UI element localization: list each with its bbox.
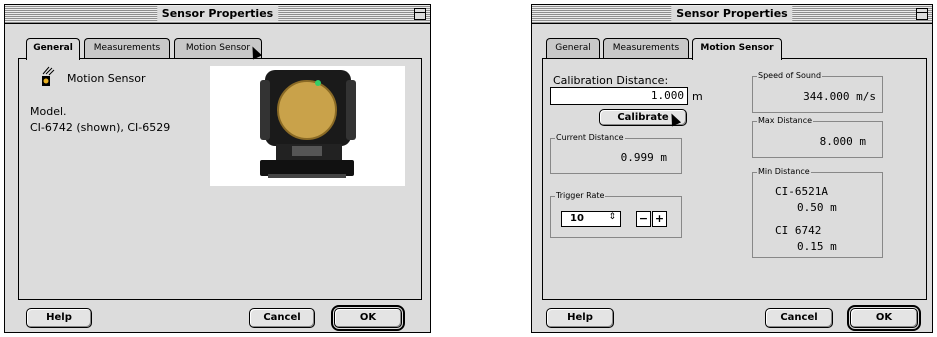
calibration-distance-input[interactable]: 1.000 — [550, 87, 688, 105]
max-distance-value: 8.000 m — [819, 135, 866, 148]
speed-of-sound-group: Speed of Sound 344.000 m/s — [752, 71, 883, 113]
tab-general[interactable]: General — [26, 38, 80, 60]
motion-sensor-photo — [210, 66, 405, 186]
trigger-rate-decrement-button[interactable]: − — [636, 211, 651, 227]
trigger-rate-value: 10 — [570, 213, 584, 224]
max-distance-group: Max Distance 8.000 m — [752, 116, 883, 158]
general-panel: Motion Sensor Model. CI-6742 (shown), CI… — [18, 58, 422, 300]
sensor-properties-window-general: Sensor Properties General Measurements M… — [4, 4, 431, 333]
trigger-rate-increment-button[interactable]: + — [652, 211, 667, 227]
min-distance-model-2: CI 6742 — [775, 224, 822, 237]
min-distance-model-1: CI-6521A — [775, 185, 828, 198]
model-label: Model. — [30, 105, 67, 118]
calibration-distance-value: 1.000 — [650, 89, 684, 102]
zoom-box-icon[interactable] — [414, 8, 426, 20]
min-distance-value-2: 0.15 m — [797, 240, 837, 253]
max-distance-label: Max Distance — [757, 116, 814, 126]
tab-measurements[interactable]: Measurements — [603, 38, 689, 58]
calibration-distance-label: Calibration Distance: — [553, 74, 669, 87]
model-value: CI-6742 (shown), CI-6529 — [30, 121, 171, 134]
ok-button[interactable]: OK — [331, 305, 405, 331]
help-button[interactable]: Help — [546, 308, 614, 328]
tab-measurements[interactable]: Measurements — [84, 38, 170, 58]
motion-sensor-panel: Calibration Distance: 1.000 m Calibrate … — [542, 58, 927, 300]
tab-general[interactable]: General — [546, 38, 600, 58]
min-distance-value-1: 0.50 m — [797, 201, 837, 214]
help-button[interactable]: Help — [26, 308, 92, 328]
motion-sensor-icon — [42, 66, 55, 86]
current-distance-label: Current Distance — [555, 133, 625, 143]
sensor-properties-window-motion-sensor: Sensor Properties General Measurements M… — [531, 4, 933, 333]
trigger-rate-group: Trigger Rate 10 ⇕ − + — [550, 191, 682, 238]
cancel-button[interactable]: Cancel — [765, 308, 833, 328]
current-distance-group: Current Distance 0.999 m — [550, 133, 682, 174]
tab-motion-sensor[interactable]: Motion Sensor — [692, 38, 782, 60]
speed-of-sound-label: Speed of Sound — [757, 71, 823, 81]
title-bar[interactable]: Sensor Properties — [532, 5, 932, 24]
up-down-arrows-icon: ⇕ — [608, 212, 616, 222]
trigger-rate-select[interactable]: 10 ⇕ — [561, 211, 621, 227]
min-distance-group: Min Distance CI-6521A 0.50 m CI 6742 0.1… — [752, 167, 883, 258]
window-title: Sensor Properties — [671, 6, 793, 21]
calibration-unit: m — [692, 90, 703, 103]
sensor-name: Motion Sensor — [67, 72, 146, 85]
zoom-box-icon[interactable] — [916, 8, 928, 20]
speed-of-sound-value: 344.000 m/s — [803, 90, 876, 103]
window-title: Sensor Properties — [156, 6, 279, 21]
current-distance-value: 0.999 m — [620, 151, 667, 164]
cancel-button[interactable]: Cancel — [249, 308, 315, 328]
min-distance-label: Min Distance — [757, 167, 811, 177]
title-bar[interactable]: Sensor Properties — [5, 5, 430, 24]
ok-button[interactable]: OK — [847, 305, 921, 331]
trigger-rate-label: Trigger Rate — [555, 191, 606, 201]
